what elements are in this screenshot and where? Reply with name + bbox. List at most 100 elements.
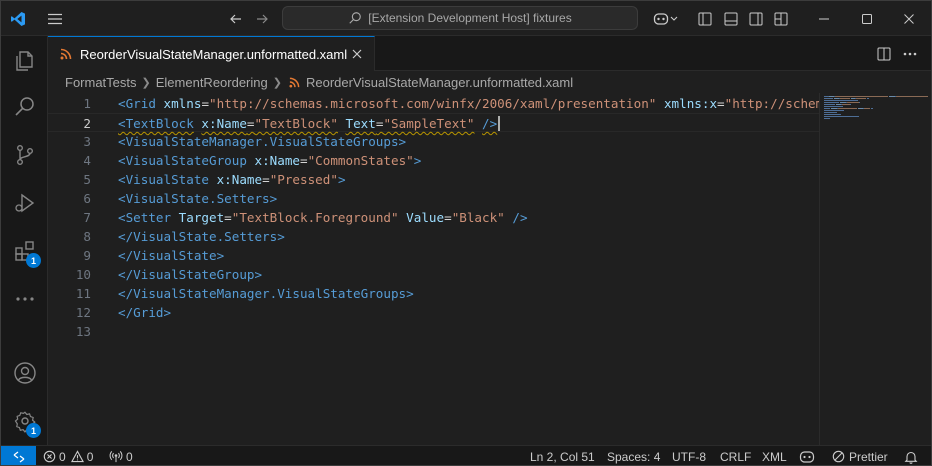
code-token: /> [512, 210, 528, 225]
code-token: "TextBlock.Foreground" [231, 210, 399, 225]
maximize-icon[interactable] [847, 1, 887, 36]
language-mode[interactable]: XML [762, 446, 787, 465]
minimap-line [824, 116, 859, 117]
editor-tab[interactable]: ReorderVisualStateManager.unformatted.xa… [48, 36, 375, 71]
code-token: = [246, 116, 255, 131]
code-token: "Pressed" [269, 172, 338, 187]
cursor-position[interactable]: Ln 2, Col 51 [530, 446, 595, 465]
minimap[interactable] [819, 93, 931, 445]
remote-indicator-icon[interactable] [1, 446, 36, 465]
code-token: <VisualStateGroup [118, 153, 247, 168]
code-line[interactable]: 2 <TextBlock x:Name="TextBlock" Text="Sam… [48, 113, 819, 132]
code-line[interactable]: 9 </VisualState> [48, 246, 819, 265]
code-line[interactable]: 13 [48, 322, 819, 341]
error-icon [43, 450, 56, 463]
ports-count: 0 [126, 449, 133, 464]
code-line[interactable]: 4 <VisualStateGroup x:Name="CommonStates"… [48, 151, 819, 170]
minimap-line [824, 108, 831, 109]
search-view-icon[interactable] [1, 84, 48, 130]
code-token: > [398, 134, 407, 149]
code-line[interactable]: 8 </VisualState.Setters> [48, 227, 819, 246]
text-cursor [498, 116, 500, 131]
copilot-icon[interactable] [647, 1, 685, 36]
code-line[interactable]: 12 </Grid> [48, 303, 819, 322]
line-number: 8 [83, 229, 91, 244]
line-code: <VisualState.Setters> [118, 189, 277, 208]
line-number: 13 [75, 324, 91, 339]
breadcrumb-item-formattests[interactable]: FormatTests [65, 75, 137, 90]
toggle-secondary-sidebar-icon[interactable] [746, 1, 766, 36]
code-line[interactable]: 3 <VisualStateManager.VisualStateGroups> [48, 132, 819, 151]
line-number: 5 [83, 172, 91, 187]
code-token: "http://schemas.microsoft.com/winfx/2006… [209, 96, 657, 111]
indentation-status[interactable]: Spaces: 4 [607, 446, 660, 465]
minimap-line [863, 108, 870, 109]
ports-indicator[interactable]: 0 [109, 446, 133, 465]
code-token: > [406, 286, 414, 301]
minimap-line [870, 108, 873, 109]
vscode-window: [Extension Development Host] fixtures 1 … [0, 0, 932, 466]
code-line[interactable]: 5 <VisualState x:Name="Pressed"> [48, 170, 819, 189]
code-token: > [163, 305, 172, 320]
tab-close-icon[interactable] [348, 45, 366, 63]
code-token: "Black" [451, 210, 505, 225]
code-line[interactable]: 7 <Setter Target="TextBlock.Foreground" V… [48, 208, 819, 227]
line-code: <VisualStateGroup x:Name="CommonStates"> [118, 151, 421, 170]
minimap-line [837, 108, 858, 109]
run-and-debug-icon[interactable] [1, 180, 48, 226]
minimap-line [855, 98, 867, 99]
code-editor[interactable]: 1 <Grid xmlns="http://schemas.microsoft.c… [48, 93, 819, 445]
breadcrumb-item-elementreordering[interactable]: ElementReordering [156, 75, 268, 90]
customize-layout-icon[interactable] [771, 1, 791, 36]
code-line[interactable]: 11 </VisualStateManager.VisualStateGroups… [48, 284, 819, 303]
command-center-search[interactable]: [Extension Development Host] fixtures [282, 6, 638, 30]
accounts-icon[interactable] [1, 350, 48, 396]
code-token: > [269, 191, 278, 206]
code-token: <VisualStateManager.VisualStateGroups [118, 134, 399, 149]
line-number: 11 [75, 286, 91, 301]
back-arrow-icon[interactable] [223, 1, 249, 36]
copilot-status-icon[interactable] [799, 446, 815, 465]
code-token: = [300, 153, 308, 168]
code-token: "SampleText" [383, 116, 475, 131]
more-actions-icon[interactable] [900, 36, 920, 71]
eol-status[interactable]: CRLF [720, 446, 751, 465]
line-code: </VisualState.Setters> [118, 227, 285, 246]
problems-indicator[interactable]: 0 0 [43, 446, 93, 465]
code-token: = [224, 210, 232, 225]
code-token: </Grid [118, 305, 164, 320]
minimap-line [824, 104, 835, 105]
line-code: </VisualStateGroup> [118, 265, 262, 284]
minimap-line [824, 100, 858, 101]
prettier-status[interactable]: Prettier [832, 446, 888, 465]
code-line[interactable]: 10 </VisualStateGroup> [48, 265, 819, 284]
breadcrumb-item-file[interactable]: ReorderVisualStateManager.unformatted.xa… [306, 75, 573, 90]
minimize-icon[interactable] [801, 1, 847, 36]
code-token: </VisualState [118, 248, 217, 263]
minimap-line [824, 114, 841, 115]
forward-arrow-icon[interactable] [249, 1, 275, 36]
minimap-line [835, 112, 837, 113]
toggle-panel-icon[interactable] [721, 1, 741, 36]
explorer-icon[interactable] [1, 38, 48, 84]
editor-tab-bar: ReorderVisualStateManager.unformatted.xa… [48, 36, 931, 71]
extensions-icon[interactable]: 1 [1, 228, 48, 274]
more-views-icon[interactable] [1, 276, 48, 322]
source-control-icon[interactable] [1, 132, 48, 178]
close-window-icon[interactable] [887, 1, 931, 36]
code-line[interactable]: 6 <VisualState.Setters> [48, 189, 819, 208]
manage-gear-icon[interactable]: 1 [1, 398, 48, 444]
code-token: = [717, 96, 725, 111]
toggle-primary-sidebar-icon[interactable] [695, 1, 715, 36]
minimap-line [842, 106, 843, 107]
encoding-status[interactable]: UTF-8 [672, 446, 706, 465]
line-code: <TextBlock x:Name="TextBlock" Text="Samp… [118, 114, 497, 133]
menu-icon[interactable] [41, 1, 69, 36]
code-token: "CommonStates" [307, 153, 414, 168]
code-line[interactable]: 1 <Grid xmlns="http://schemas.microsoft.c… [48, 94, 819, 113]
notifications-bell-icon[interactable] [904, 446, 918, 465]
split-editor-icon[interactable] [874, 36, 894, 71]
